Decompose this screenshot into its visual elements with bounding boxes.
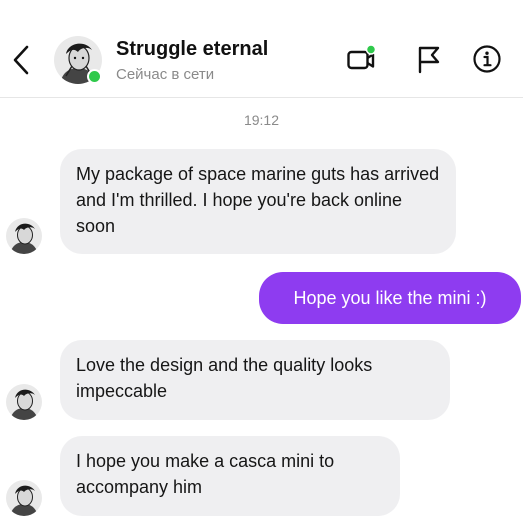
message-bubble-incoming[interactable]: I hope you make a casca mini to accompan… bbox=[60, 436, 400, 516]
sender-avatar[interactable] bbox=[6, 480, 42, 516]
sender-avatar[interactable] bbox=[6, 384, 42, 420]
back-button[interactable] bbox=[8, 40, 34, 80]
message-bubble-incoming[interactable]: My package of space marine guts has arri… bbox=[60, 149, 456, 254]
info-icon bbox=[473, 45, 501, 73]
sender-avatar[interactable] bbox=[6, 218, 42, 254]
message-timestamp: 19:12 bbox=[243, 112, 280, 128]
contact-name[interactable]: Struggle eternal bbox=[116, 38, 268, 61]
back-chevron-icon bbox=[13, 45, 29, 75]
video-call-button[interactable] bbox=[346, 44, 376, 74]
presence-status: Сейчас в сети bbox=[116, 66, 215, 83]
online-indicator bbox=[87, 69, 102, 84]
flag-icon bbox=[418, 46, 440, 74]
chat-header: Struggle eternal Сейчас в сети bbox=[0, 0, 523, 98]
info-button[interactable] bbox=[472, 44, 502, 74]
video-call-icon bbox=[347, 44, 376, 70]
message-bubble-incoming[interactable]: Love the design and the quality looks im… bbox=[60, 340, 450, 420]
message-bubble-outgoing[interactable]: Hope you like the mini :) bbox=[259, 272, 521, 324]
report-button[interactable] bbox=[414, 44, 444, 74]
